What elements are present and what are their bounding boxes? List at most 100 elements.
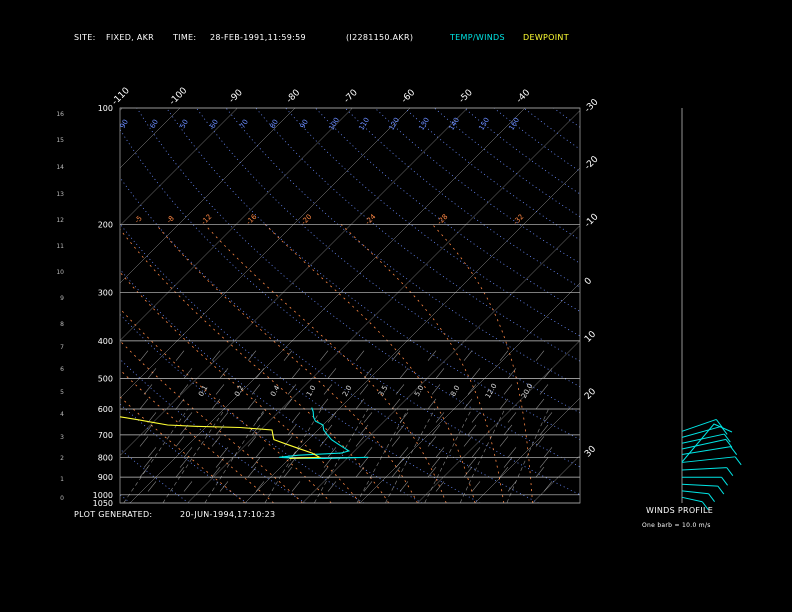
wind-barb-mark	[435, 481, 445, 492]
skewt-chart: 1002003004005006007008009001000105001234…	[0, 86, 792, 511]
winds-profile-panel	[681, 108, 742, 511]
dry-adiabat-line	[583, 108, 792, 503]
moist-adiabat-line	[340, 224, 505, 503]
pressure-tick-label: 100	[98, 104, 113, 113]
wind-barb-mark	[355, 466, 365, 478]
wind-barb-mark	[255, 481, 265, 492]
isotherm-line	[120, 108, 411, 399]
wind-barb-mark	[175, 350, 185, 361]
wind-barb-mark	[543, 368, 553, 379]
dry-adiabat-label: 140	[447, 116, 461, 132]
dry-adiabat-line	[120, 448, 190, 503]
moist-adiabat-line	[120, 369, 275, 503]
isotherm-line	[705, 108, 792, 503]
wind-profile-barb	[681, 490, 709, 495]
mixing-ratio-label: 0.1	[197, 384, 209, 398]
dry-adiabat-line	[195, 108, 580, 414]
wind-barb-mark	[183, 447, 193, 458]
dry-adiabat-label: 100	[327, 116, 341, 132]
moist-adiabat-line	[264, 224, 476, 503]
wind-profile-barb	[681, 438, 727, 450]
wind-barb-mark	[539, 384, 549, 395]
temp-tick-top: -90	[227, 88, 245, 106]
wind-barb-mark	[431, 457, 441, 468]
axis-labels: 1002003004005006007008009001000105001234…	[56, 86, 600, 508]
dry-adiabat-line	[344, 108, 580, 288]
height-tick-label: 1	[60, 476, 64, 483]
temp-tick-right: 30	[583, 444, 598, 459]
wind-barb-mark	[471, 368, 481, 379]
wind-profile-barb	[681, 456, 736, 463]
wind-barb-mark	[499, 436, 509, 447]
wind-barb-mark	[323, 457, 333, 468]
wind-barb-mark	[211, 466, 221, 478]
wind-barb-mark	[539, 424, 549, 436]
wind-barb-mark	[327, 447, 337, 458]
wind-barb-mark	[319, 466, 329, 478]
wind-barb-mark	[463, 436, 473, 447]
pressure-tick-label: 200	[98, 220, 113, 229]
isotherm-line	[120, 108, 181, 169]
wind-barb-mark	[507, 481, 517, 492]
pressure-tick-label: 700	[98, 431, 113, 440]
wind-barb-mark	[355, 436, 365, 447]
temp-tick-top: -60	[400, 88, 418, 106]
pressure-tick-label: 1050	[93, 499, 113, 508]
wind-barb-mark	[503, 457, 513, 468]
moist-adiabat-label: -5	[133, 214, 144, 225]
wind-barb-mark	[427, 466, 437, 478]
wind-barb-mark	[391, 466, 401, 478]
dry-adiabat-label: 70	[239, 118, 250, 130]
wind-barb-mark	[215, 457, 225, 468]
isotherm-line	[532, 455, 580, 503]
height-tick-label: 6	[60, 366, 64, 373]
wind-barb-mark	[363, 481, 373, 492]
isotherm-line	[359, 282, 580, 503]
moist-adiabat-line	[204, 224, 447, 503]
isotherm-line	[417, 340, 580, 503]
wind-barb-mark	[319, 398, 329, 410]
wind-barb-mark	[503, 424, 513, 436]
mixing-ratio-label: 12.0	[484, 382, 499, 400]
wind-barb-mark	[143, 457, 153, 468]
moist-adiabat-line	[120, 396, 246, 503]
dry-adiabat-label: 90	[299, 118, 310, 130]
wind-barb-mark	[175, 398, 185, 410]
height-tick-label: 10	[56, 269, 64, 276]
wind-barb-mark	[283, 398, 293, 410]
wind-barb-mark	[291, 412, 301, 423]
temp-tick-top: -50	[457, 88, 475, 106]
dry-adiabat-label: 110	[357, 116, 371, 132]
wind-barb-mark	[427, 350, 437, 361]
height-tick-label: 2	[60, 455, 64, 462]
wind-barb-mark	[463, 398, 473, 410]
wind-barb-mark	[179, 384, 189, 395]
wind-barb-mark	[435, 368, 445, 379]
isotherm-line	[590, 108, 792, 503]
temp-tick-right: -20	[583, 154, 601, 172]
wind-barb-mark	[395, 384, 405, 395]
height-tick-label: 11	[56, 243, 64, 250]
isotherm-line	[0, 108, 65, 503]
sounding-series	[120, 350, 553, 492]
mixing-ratio-label: 5.0	[413, 384, 425, 398]
moist-adiabat-line	[120, 340, 303, 503]
wind-profile-flag	[726, 467, 734, 476]
wind-barb-mark	[499, 466, 509, 478]
wind-barb-mark	[175, 436, 185, 447]
dry-adiabat-label: 160	[507, 116, 521, 132]
height-tick-label: 9	[60, 295, 64, 302]
wind-barb-mark	[427, 398, 437, 410]
plot-generated-value: 20-JUN-1994,17:10:23	[180, 510, 276, 519]
dry-adiabat-line	[120, 494, 131, 503]
mixing-ratio-line	[314, 408, 369, 503]
wind-barb-mark	[319, 350, 329, 361]
wind-barb-mark	[363, 447, 373, 458]
wind-barb-mark	[323, 384, 333, 395]
wind-barb-mark	[391, 436, 401, 447]
height-tick-label: 7	[60, 344, 64, 351]
isotherm-line	[120, 108, 468, 456]
wind-barb-mark	[215, 384, 225, 395]
dry-adiabat-line	[404, 108, 580, 241]
wind-barb-mark	[467, 384, 477, 395]
